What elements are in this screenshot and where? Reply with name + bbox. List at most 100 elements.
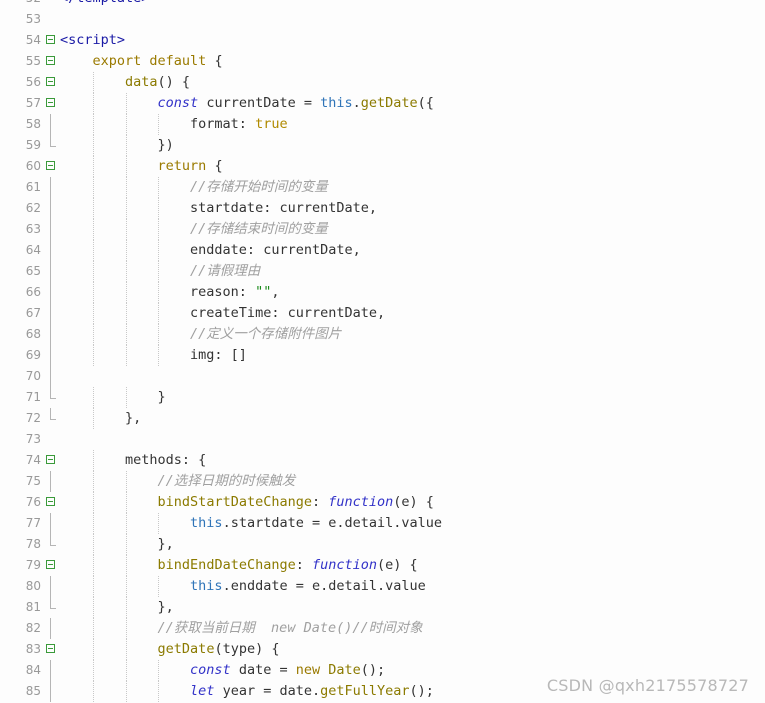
code-line[interactable]: 76 bindStartDateChange: function(e) { <box>0 492 765 513</box>
indent-guide <box>158 240 160 261</box>
code-line[interactable]: 55 export default { <box>0 51 765 72</box>
code-line[interactable]: 77 this.startdate = e.detail.value <box>0 513 765 534</box>
indent-guide <box>92 93 94 114</box>
code-line[interactable]: 71 } <box>0 387 765 408</box>
indent-guide <box>158 198 160 219</box>
code-line[interactable]: 63 //存储结束时间的变量 <box>0 219 765 240</box>
line-number: 54 <box>25 33 41 47</box>
line-number: 82 <box>25 621 41 635</box>
fold-line-marker-icon <box>50 240 51 261</box>
indent-guide <box>92 471 94 492</box>
code-text: }, <box>60 597 174 618</box>
line-number: 53 <box>25 12 41 26</box>
line-number: 52 <box>0 0 41 9</box>
indent-guide <box>92 534 94 555</box>
code-line[interactable]: 57 const currentDate = this.getDate({ <box>0 93 765 114</box>
code-line[interactable]: 64 enddate: currentDate, <box>0 240 765 261</box>
indent-guide <box>92 387 94 408</box>
indent-guide <box>92 198 94 219</box>
code-line[interactable]: 54 <script> <box>0 30 765 51</box>
code-text: //请假理由 <box>60 261 260 282</box>
code-line[interactable]: 78 }, <box>0 534 765 555</box>
code-token: (e) { <box>377 557 418 573</box>
code-token: }, <box>60 410 142 426</box>
code-text: bindStartDateChange: function(e) { <box>60 492 434 513</box>
code-line[interactable]: 65 //请假理由 <box>0 261 765 282</box>
fold-collapse-icon[interactable] <box>46 497 55 506</box>
code-line[interactable]: 72 }, <box>0 408 765 429</box>
code-token: date = <box>230 662 296 678</box>
fold-collapse-icon[interactable] <box>46 35 55 44</box>
indent-guide <box>125 639 127 660</box>
indent-guide <box>92 135 94 156</box>
indent-guide <box>125 534 127 555</box>
indent-guide <box>158 345 160 366</box>
line-number: 79 <box>25 558 41 572</box>
code-token: createTime: currentDate, <box>60 305 386 321</box>
line-number: 69 <box>25 348 41 362</box>
code-line[interactable]: 52 </template> <box>0 0 765 9</box>
fold-collapse-icon[interactable] <box>46 161 55 170</box>
code-line[interactable]: 60 return { <box>0 156 765 177</box>
code-editor[interactable]: 52 </template> 53 54 <script> 55 export defau… <box>0 0 765 703</box>
indent-guide <box>158 114 160 135</box>
indent-guide <box>125 114 127 135</box>
code-line[interactable]: 56 data() { <box>0 72 765 93</box>
code-line[interactable]: 66 reason: "", <box>0 282 765 303</box>
fold-collapse-icon[interactable] <box>46 77 55 86</box>
code-text: methods: { <box>60 450 206 471</box>
indent-guide <box>158 324 160 345</box>
code-line[interactable]: 83 getDate(type) { <box>0 639 765 660</box>
code-token: , <box>271 284 280 300</box>
code-token: : <box>295 557 312 573</box>
indent-guide <box>125 681 127 702</box>
indent-guide <box>92 114 94 135</box>
indent-guide <box>125 93 127 114</box>
line-number: 64 <box>25 243 41 257</box>
indent-guide <box>92 303 94 324</box>
code-line[interactable]: 59 }) <box>0 135 765 156</box>
code-line[interactable]: 68 //定义一个存储附件图片 <box>0 324 765 345</box>
line-number: 67 <box>25 306 41 320</box>
code-text: const date = new Date(); <box>60 660 385 681</box>
line-number: 76 <box>25 495 41 509</box>
indent-guide <box>125 618 127 639</box>
indent-guide <box>125 156 127 177</box>
line-number: 85 <box>25 684 41 698</box>
fold-collapse-icon[interactable] <box>46 560 55 569</box>
code-line[interactable]: 70 <box>0 366 765 387</box>
fold-line-marker-icon <box>50 219 51 240</box>
fold-collapse-icon[interactable] <box>46 644 55 653</box>
code-line[interactable]: 75 //选择日期的时候触发 <box>0 471 765 492</box>
code-line[interactable]: 67 createTime: currentDate, <box>0 303 765 324</box>
line-number: 61 <box>25 180 41 194</box>
fold-collapse-icon[interactable] <box>46 56 55 65</box>
code-text: return { <box>60 156 223 177</box>
code-line[interactable]: 58 format: true <box>0 114 765 135</box>
indent-guide <box>125 660 127 681</box>
line-number: 74 <box>25 453 41 467</box>
code-line[interactable]: 74 methods: { <box>0 450 765 471</box>
fold-end-marker-icon <box>50 135 56 147</box>
indent-guide <box>125 219 127 240</box>
code-line[interactable]: 53 <box>0 9 765 30</box>
code-line[interactable]: 61 //存储开始时间的变量 <box>0 177 765 198</box>
csdn-watermark: CSDN @qxh2175578727 <box>546 676 749 695</box>
code-line[interactable]: 73 <box>0 429 765 450</box>
code-line[interactable]: 62 startdate: currentDate, <box>0 198 765 219</box>
fold-collapse-icon[interactable] <box>46 455 55 464</box>
code-token: .startdate = e.detail.value <box>222 515 443 531</box>
code-line[interactable]: 79 bindEndDateChange: function(e) { <box>0 555 765 576</box>
indent-guide <box>158 303 160 324</box>
fold-line-marker-icon <box>50 282 51 303</box>
fold-collapse-icon[interactable] <box>46 98 55 107</box>
code-line[interactable]: 69 img: [] <box>0 345 765 366</box>
code-text: }, <box>60 408 141 429</box>
code-line[interactable]: 81 }, <box>0 597 765 618</box>
code-token: getDate <box>360 95 418 111</box>
code-text: //获取当前日期 new Date()//时间对象 <box>60 618 423 639</box>
code-line[interactable]: 80 this.enddate = e.detail.value <box>0 576 765 597</box>
indent-guide <box>92 324 94 345</box>
code-line[interactable]: 82 //获取当前日期 new Date()//时间对象 <box>0 618 765 639</box>
indent-guide <box>92 450 94 471</box>
